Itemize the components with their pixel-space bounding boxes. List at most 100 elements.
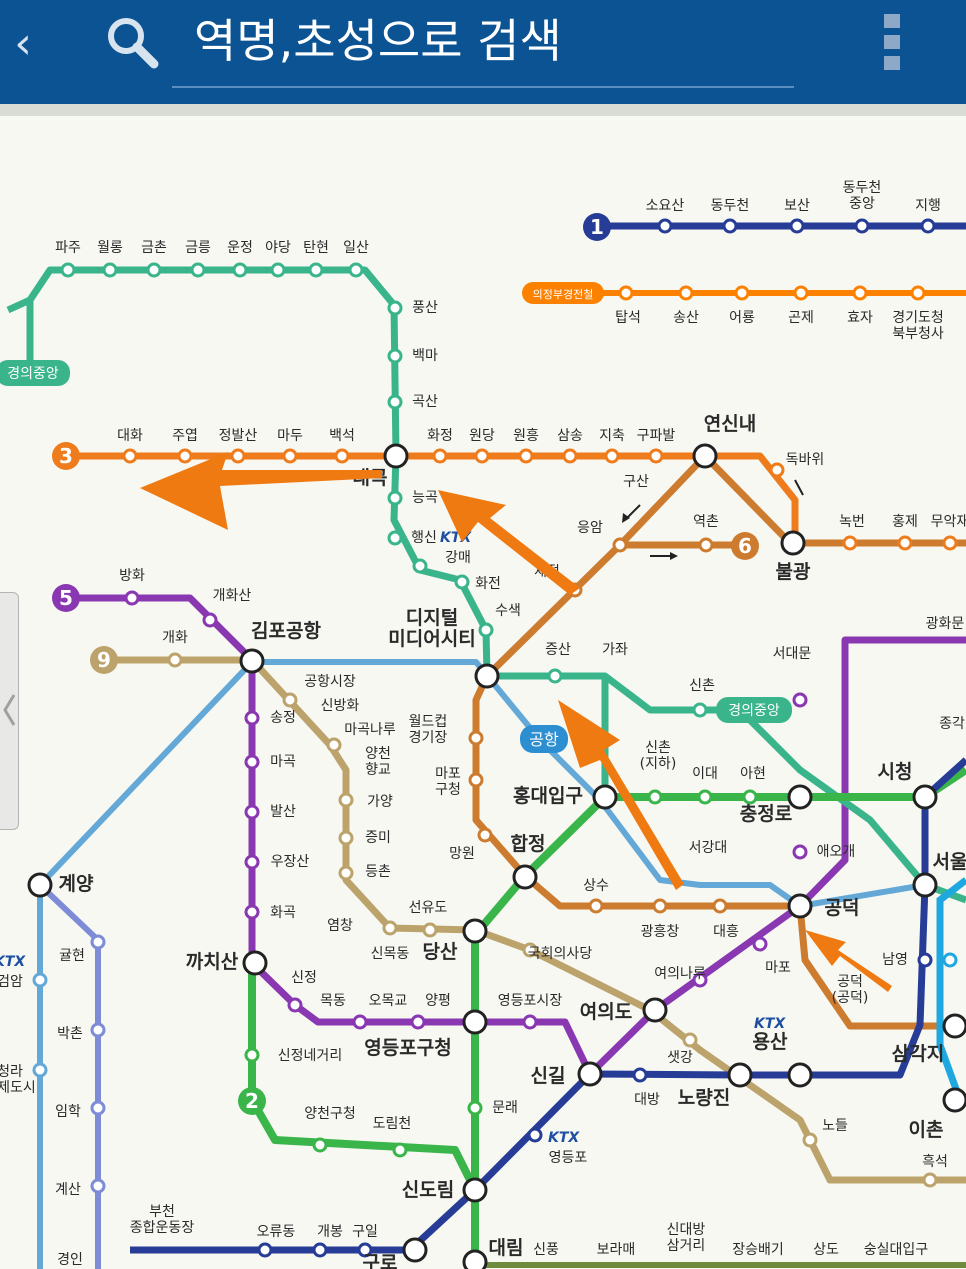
station-dot[interactable] (920, 218, 936, 234)
station-label[interactable]: 곡산 (412, 394, 438, 410)
station-label[interactable]: 계양 (59, 873, 94, 895)
station-label[interactable]: 마곡 (270, 754, 296, 770)
station-dot[interactable] (468, 730, 484, 746)
station-dot[interactable] (697, 789, 713, 805)
station-label[interactable]: 탄현 (303, 240, 329, 256)
search-icon[interactable] (100, 10, 164, 74)
station-dot[interactable] (910, 285, 926, 301)
station-dot[interactable] (612, 537, 628, 553)
station-dot[interactable] (308, 262, 324, 278)
station-label[interactable]: 불광 (776, 561, 811, 583)
station-dot[interactable] (632, 1067, 648, 1083)
station-dot[interactable] (722, 218, 738, 234)
station-label[interactable]: 보라매 (597, 1242, 636, 1258)
vertical-dots-icon[interactable] (872, 10, 912, 74)
station-label[interactable]: 백석 (329, 428, 355, 444)
station-dot[interactable] (792, 692, 808, 708)
station-label[interactable]: 이촌 (909, 1119, 944, 1141)
station-label[interactable]: 영등포 (549, 1150, 588, 1166)
station-dot[interactable] (648, 448, 664, 464)
station-label[interactable]: 대흥 (713, 924, 739, 940)
station-label[interactable]: 월롱 (97, 240, 123, 256)
station-dot[interactable] (547, 668, 563, 684)
station-label[interactable]: 원당 (469, 428, 495, 444)
station-label[interactable]: 일산 (343, 240, 369, 256)
station-label[interactable]: 구로 (363, 1252, 398, 1269)
station-label[interactable]: 신촌 (지하) (640, 740, 677, 772)
station-label[interactable]: 장승배기 (732, 1242, 784, 1258)
station-label[interactable]: 구파발 (637, 428, 676, 444)
station-dot[interactable] (202, 612, 218, 628)
transfer-station[interactable] (462, 918, 488, 944)
station-label[interactable]: 대화 (117, 428, 143, 444)
back-button[interactable]: ‹ (8, 14, 38, 74)
station-label[interactable]: 귤현 (59, 948, 85, 964)
station-label[interactable]: 서울 (933, 851, 966, 873)
station-label[interactable]: 목동 (320, 993, 346, 1009)
station-label[interactable]: 합정 (511, 833, 546, 855)
station-dot[interactable] (647, 789, 663, 805)
transfer-station[interactable] (692, 443, 718, 469)
station-dot[interactable] (244, 854, 260, 870)
station-dot[interactable] (468, 772, 484, 788)
station-dot[interactable] (244, 904, 260, 920)
station-dot[interactable] (854, 218, 870, 234)
station-label[interactable]: 보산 (784, 198, 810, 214)
station-dot[interactable] (177, 448, 193, 464)
station-dot[interactable] (122, 448, 138, 464)
station-dot[interactable] (90, 1022, 106, 1038)
station-label[interactable]: 경인 (57, 1252, 83, 1268)
station-label[interactable]: 까치산 (186, 951, 239, 973)
station-label[interactable]: 무악재 (931, 514, 966, 530)
station-label[interactable]: 도림천 (373, 1116, 412, 1132)
station-dot[interactable] (412, 558, 428, 574)
station-label[interactable]: 샛강 (667, 1050, 693, 1066)
station-dot[interactable] (334, 448, 350, 464)
station-label[interactable]: 양천구청 (304, 1106, 356, 1122)
station-dot[interactable] (769, 462, 785, 478)
station-label[interactable]: 방화 (119, 568, 145, 584)
station-dot[interactable] (312, 1137, 328, 1153)
station-label[interactable]: 충정로 (740, 803, 792, 825)
station-label[interactable]: 개봉 (317, 1224, 343, 1240)
station-label[interactable]: 독바위 (786, 452, 825, 468)
station-label[interactable]: 신길 (531, 1065, 566, 1087)
station-label[interactable]: 삼송 (557, 428, 583, 444)
station-label[interactable]: 신대방 삼거리 (667, 1222, 706, 1254)
station-dot[interactable] (852, 285, 868, 301)
station-dot[interactable] (712, 898, 728, 914)
station-label[interactable]: 금릉 (185, 240, 211, 256)
station-label[interactable]: 경기도청 북부청사 (892, 310, 944, 342)
station-label[interactable]: 영등포구청 (364, 1037, 451, 1059)
station-dot[interactable] (454, 574, 470, 590)
station-label[interactable]: 강매 (445, 550, 471, 566)
station-dot[interactable] (326, 737, 342, 753)
station-label[interactable]: 여의나루 (654, 966, 706, 982)
station-label[interactable]: 오목교 (369, 993, 408, 1009)
subway-map[interactable]: 1 3 5 6 9 2 의정부경전철 경의중앙 경의중앙 공항 KTX KTX … (0, 116, 966, 1269)
station-label[interactable]: 신방화 (321, 698, 360, 714)
transfer-station[interactable] (787, 784, 813, 810)
station-label[interactable]: 상도 (813, 1242, 839, 1258)
station-label[interactable]: 마두 (277, 428, 303, 444)
station-label[interactable]: 마곡나루 (344, 722, 396, 738)
station-dot[interactable] (734, 285, 750, 301)
station-label[interactable]: 염창 (327, 918, 353, 934)
station-dot[interactable] (692, 702, 708, 718)
station-dot[interactable] (793, 285, 809, 301)
station-dot[interactable] (382, 920, 398, 936)
station-label[interactable]: 신풍 (533, 1242, 559, 1258)
station-dot[interactable] (270, 262, 286, 278)
transfer-station[interactable] (462, 1249, 488, 1269)
station-label[interactable]: 대림 (489, 1237, 524, 1259)
station-label[interactable]: 청라국제도시 (0, 1064, 36, 1096)
station-label[interactable]: 우장산 (271, 854, 310, 870)
station-dot[interactable] (32, 1062, 48, 1078)
transfer-station[interactable] (242, 950, 268, 976)
station-dot[interactable] (282, 692, 298, 708)
station-label[interactable]: 효자 (847, 310, 873, 326)
station-dot[interactable] (102, 262, 118, 278)
station-label[interactable]: 남영 (882, 952, 908, 968)
station-dot[interactable] (618, 285, 634, 301)
station-label[interactable]: 공항시장 (304, 674, 356, 690)
